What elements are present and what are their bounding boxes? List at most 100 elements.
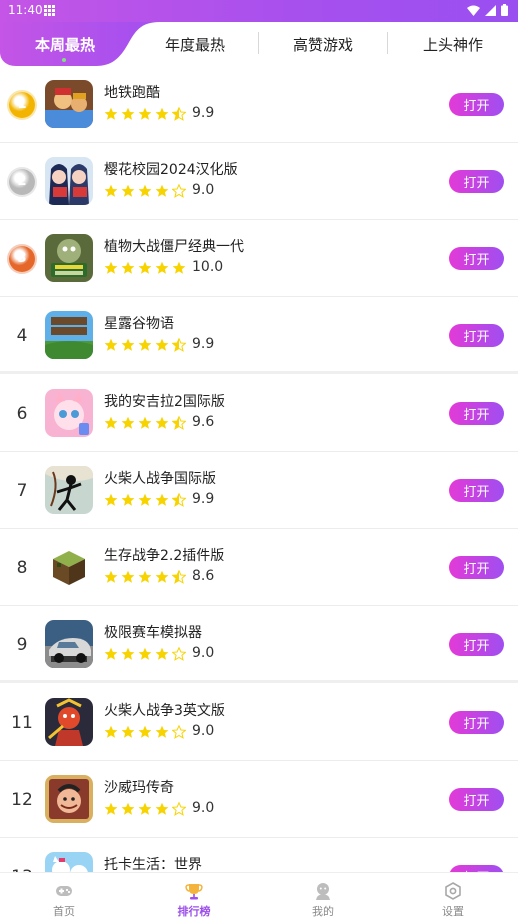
app-name[interactable]: 生存战争2.2插件版 bbox=[104, 545, 224, 565]
tab-addictive-hits[interactable]: 上头神作 bbox=[408, 22, 498, 66]
app-icon[interactable] bbox=[45, 775, 93, 823]
list-item[interactable]: 2 樱花校园2024汉化版 9.0 打开 bbox=[0, 143, 518, 220]
app-score: 10.0 bbox=[192, 259, 224, 275]
open-button[interactable]: 打开 bbox=[449, 788, 504, 811]
app-name[interactable]: 火柴人战争国际版 bbox=[104, 468, 216, 488]
app-icon[interactable] bbox=[45, 543, 93, 591]
nav-mine[interactable]: 我的 bbox=[278, 873, 368, 921]
full-star-icon bbox=[155, 725, 169, 738]
empty-star-icon bbox=[172, 725, 186, 739]
half-star-icon bbox=[172, 416, 186, 430]
tab-yearly-hot[interactable]: 年度最热 bbox=[150, 22, 240, 66]
app-icon[interactable] bbox=[45, 698, 93, 746]
rank-number: 6 bbox=[16, 403, 28, 424]
app-ranking-list[interactable]: 1 地铁跑酷 9.9 打开 2 樱花校园2024汉化版 9.0 打开 3 植物大… bbox=[0, 66, 518, 872]
open-button[interactable]: 打开 bbox=[449, 170, 504, 193]
empty-star-icon bbox=[172, 802, 186, 816]
open-button[interactable]: 打开 bbox=[449, 865, 504, 872]
list-item[interactable]: 9 极限赛车模拟器 9.0 打开 bbox=[0, 606, 518, 683]
open-button[interactable]: 打开 bbox=[449, 324, 504, 347]
battery-icon bbox=[501, 4, 508, 16]
app-score: 9.0 bbox=[192, 800, 215, 816]
rank-badge: 2 bbox=[4, 143, 40, 220]
list-item[interactable]: 6 我的安吉拉2国际版 9.6 打开 bbox=[0, 375, 518, 452]
app-score: 9.0 bbox=[192, 182, 215, 198]
list-item[interactable]: 13 托卡生活：世界 9.0 打开 bbox=[0, 838, 518, 872]
active-tab-indicator bbox=[62, 58, 66, 62]
full-star-icon bbox=[121, 416, 135, 429]
full-star-icon bbox=[138, 184, 152, 197]
app-name[interactable]: 星露谷物语 bbox=[104, 313, 174, 333]
full-star-icon bbox=[104, 493, 118, 506]
open-button[interactable]: 打开 bbox=[449, 479, 504, 502]
full-star-icon bbox=[104, 570, 118, 583]
rank-number: 9 bbox=[16, 634, 28, 655]
bronze-medal-icon: 3 bbox=[9, 245, 35, 272]
list-item[interactable]: 12 沙威玛传奇 9.0 打开 bbox=[0, 761, 518, 838]
app-name[interactable]: 樱花校园2024汉化版 bbox=[104, 159, 238, 179]
list-item[interactable]: 1 地铁跑酷 9.9 打开 bbox=[0, 66, 518, 143]
rank-number: 7 bbox=[16, 480, 28, 501]
open-button[interactable]: 打开 bbox=[449, 556, 504, 579]
full-star-icon bbox=[155, 570, 169, 583]
app-name[interactable]: 地铁跑酷 bbox=[104, 82, 160, 102]
list-item[interactable]: 11 火柴人战争3英文版 9.0 打开 bbox=[0, 684, 518, 761]
status-time: 11:40 bbox=[8, 3, 43, 17]
full-star-icon bbox=[121, 184, 135, 197]
open-button[interactable]: 打开 bbox=[449, 402, 504, 425]
app-score: 9.0 bbox=[192, 723, 215, 739]
full-star-icon bbox=[155, 802, 169, 815]
full-star-icon bbox=[138, 338, 152, 351]
full-star-icon bbox=[138, 493, 152, 506]
rating-stars bbox=[104, 724, 186, 740]
nav-home[interactable]: 首页 bbox=[19, 873, 109, 921]
settings-icon bbox=[445, 882, 461, 900]
app-name[interactable]: 植物大战僵尸经典一代 bbox=[104, 236, 244, 256]
app-icon[interactable] bbox=[45, 80, 93, 128]
full-star-icon bbox=[121, 338, 135, 351]
full-star-icon bbox=[155, 184, 169, 197]
full-star-icon bbox=[104, 261, 118, 274]
list-item[interactable]: 8 生存战争2.2插件版 8.6 打开 bbox=[0, 529, 518, 606]
half-star-icon bbox=[172, 338, 186, 352]
rank-number: 13 bbox=[4, 838, 40, 873]
open-button[interactable]: 打开 bbox=[449, 247, 504, 270]
nav-settings[interactable]: 设置 bbox=[408, 873, 498, 921]
app-score: 9.0 bbox=[192, 645, 215, 661]
list-item[interactable]: 4 星露谷物语 9.9 打开 bbox=[0, 297, 518, 374]
full-star-icon bbox=[121, 107, 135, 120]
full-star-icon bbox=[121, 725, 135, 738]
app-icon[interactable] bbox=[45, 852, 93, 872]
list-item[interactable]: 7 火柴人战争国际版 9.9 打开 bbox=[0, 452, 518, 529]
open-button[interactable]: 打开 bbox=[449, 711, 504, 734]
rating-stars bbox=[104, 415, 186, 431]
app-icon[interactable] bbox=[45, 620, 93, 668]
open-button[interactable]: 打开 bbox=[449, 633, 504, 656]
bottom-navigation: 首页 排行榜 我的 设置 bbox=[0, 872, 518, 921]
app-name[interactable]: 我的安吉拉2国际版 bbox=[104, 391, 225, 411]
app-score: 8.6 bbox=[192, 568, 215, 584]
full-star-icon bbox=[138, 725, 152, 738]
app-score: 9.9 bbox=[192, 491, 215, 507]
full-star-icon bbox=[138, 570, 152, 583]
nav-home-label: 首页 bbox=[53, 905, 75, 918]
full-star-icon bbox=[104, 802, 118, 815]
rating-stars bbox=[104, 646, 186, 662]
app-icon[interactable] bbox=[45, 157, 93, 205]
empty-star-icon bbox=[172, 647, 186, 661]
gold-medal-icon: 1 bbox=[9, 91, 35, 118]
app-icon[interactable] bbox=[45, 466, 93, 514]
wifi-icon bbox=[467, 5, 480, 16]
list-item[interactable]: 3 植物大战僵尸经典一代 10.0 打开 bbox=[0, 220, 518, 297]
tab-most-liked[interactable]: 高赞游戏 bbox=[278, 22, 368, 66]
nav-ranking[interactable]: 排行榜 bbox=[149, 873, 239, 921]
app-icon[interactable] bbox=[45, 389, 93, 437]
app-name[interactable]: 火柴人战争3英文版 bbox=[104, 700, 225, 720]
app-name[interactable]: 沙威玛传奇 bbox=[104, 777, 174, 797]
app-name[interactable]: 托卡生活：世界 bbox=[104, 854, 202, 872]
app-icon[interactable] bbox=[45, 234, 93, 282]
open-button[interactable]: 打开 bbox=[449, 93, 504, 116]
app-name[interactable]: 极限赛车模拟器 bbox=[104, 622, 202, 642]
app-icon[interactable] bbox=[45, 311, 93, 359]
full-star-icon bbox=[104, 338, 118, 351]
